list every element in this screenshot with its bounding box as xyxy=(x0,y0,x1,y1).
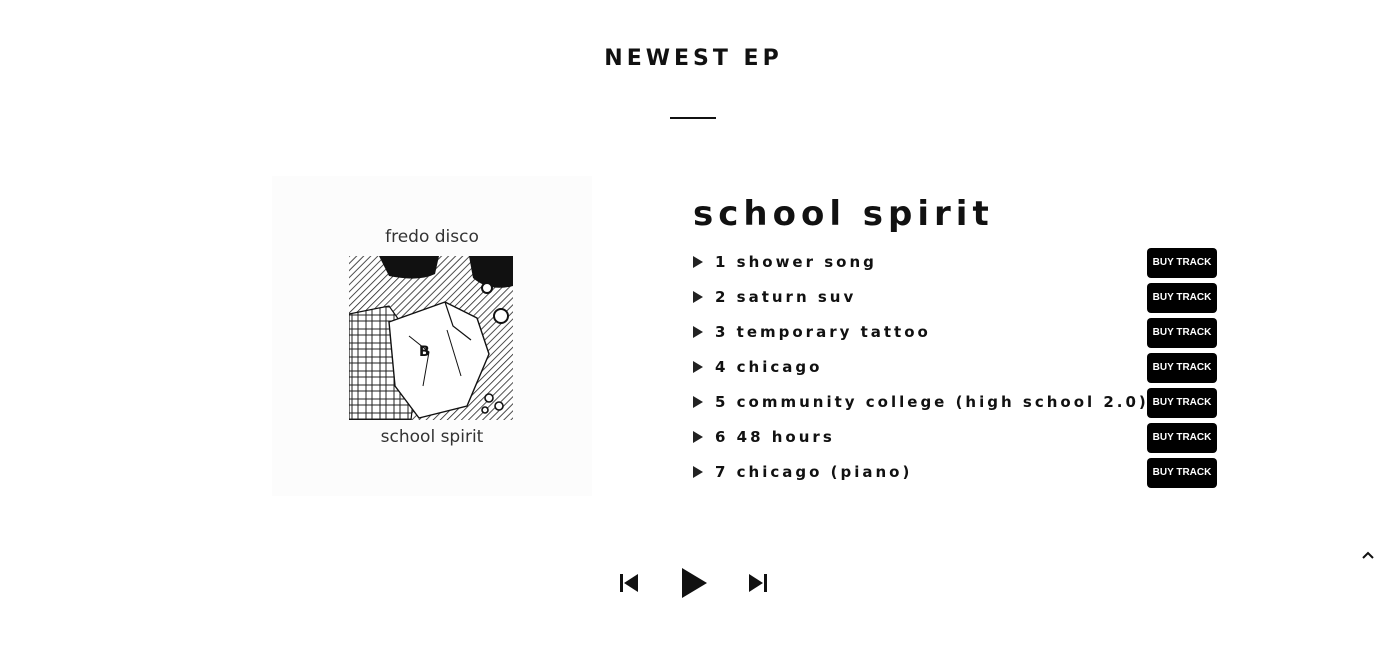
track-row: 5 community college (high school 2.0) BU… xyxy=(693,385,1218,420)
track-title[interactable]: 6 48 hours xyxy=(715,427,835,447)
track-play-icon[interactable] xyxy=(693,326,703,338)
track-row: 7 chicago (piano) BUY TRACK xyxy=(693,455,1218,490)
track-play-icon[interactable] xyxy=(693,361,703,373)
track-play-icon[interactable] xyxy=(693,291,703,303)
track-play-icon[interactable] xyxy=(693,256,703,268)
track-title[interactable]: 1 shower song xyxy=(715,252,877,272)
play-icon[interactable] xyxy=(680,567,708,599)
svg-text:B: B xyxy=(419,344,430,360)
track-title[interactable]: 2 saturn suv xyxy=(715,287,856,307)
track-list: 1 shower song BUY TRACK 2 saturn suv BUY… xyxy=(693,245,1218,490)
title-divider xyxy=(670,117,716,119)
track-row: 1 shower song BUY TRACK xyxy=(693,245,1218,280)
track-play-icon[interactable] xyxy=(693,466,703,478)
track-title[interactable]: 4 chicago xyxy=(715,357,822,377)
buy-track-button[interactable]: BUY TRACK xyxy=(1147,283,1217,313)
track-play-icon[interactable] xyxy=(693,396,703,408)
album-cover: fredo disco B school spirit xyxy=(272,176,592,496)
buy-track-button[interactable]: BUY TRACK xyxy=(1147,318,1217,348)
buy-track-button[interactable]: BUY TRACK xyxy=(1147,248,1217,278)
chevron-up-icon[interactable] xyxy=(1360,548,1376,562)
section-title: NEWEST EP xyxy=(604,46,783,71)
previous-icon[interactable] xyxy=(620,573,638,593)
audio-player xyxy=(0,565,1387,601)
track-play-icon[interactable] xyxy=(693,431,703,443)
track-row: 6 48 hours BUY TRACK xyxy=(693,420,1218,455)
cover-album-text: school spirit xyxy=(380,427,484,447)
buy-track-button[interactable]: BUY TRACK xyxy=(1147,388,1217,418)
track-row: 3 temporary tattoo BUY TRACK xyxy=(693,315,1218,350)
track-row: 4 chicago BUY TRACK xyxy=(693,350,1218,385)
buy-track-button[interactable]: BUY TRACK xyxy=(1147,353,1217,383)
cover-illustration: B xyxy=(349,256,513,420)
buy-track-button[interactable]: BUY TRACK xyxy=(1147,423,1217,453)
next-icon[interactable] xyxy=(749,573,767,593)
track-row: 2 saturn suv BUY TRACK xyxy=(693,280,1218,315)
track-title[interactable]: 5 community college (high school 2.0) xyxy=(715,392,1149,412)
track-title[interactable]: 3 temporary tattoo xyxy=(715,322,931,342)
buy-track-button[interactable]: BUY TRACK xyxy=(1147,458,1217,488)
album-title: school spirit xyxy=(693,194,994,234)
cover-artist-text: fredo disco xyxy=(385,227,479,247)
track-title[interactable]: 7 chicago (piano) xyxy=(715,462,912,482)
